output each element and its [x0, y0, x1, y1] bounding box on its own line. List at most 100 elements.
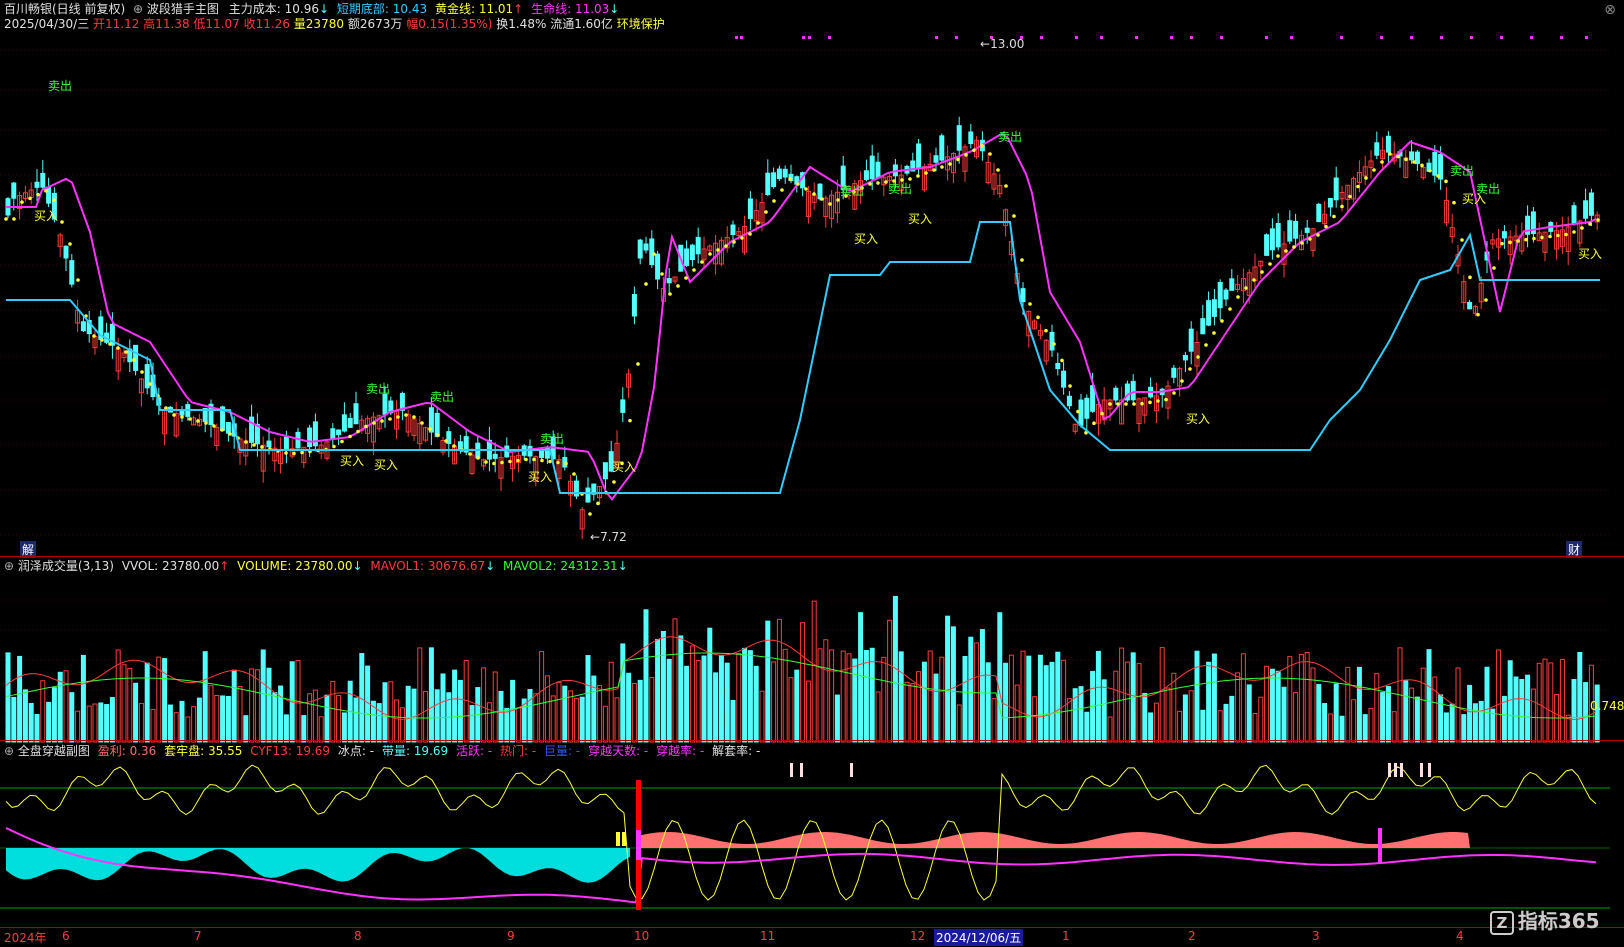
volume-bar [863, 649, 869, 743]
white-signal-bar [1420, 763, 1423, 777]
golden-line-dot [1228, 307, 1232, 311]
volume-bar [1293, 692, 1299, 743]
volume-bar [655, 639, 661, 743]
volume-bar [1391, 711, 1397, 743]
golden-line-dot [588, 512, 592, 516]
golden-line-dot [1220, 319, 1224, 323]
axis-month-label: 8 [354, 929, 362, 943]
golden-line-dot [532, 457, 536, 462]
brand-watermark: Z 指标365 [1490, 905, 1600, 935]
volume-bar [1443, 712, 1449, 743]
candle-body [80, 321, 86, 332]
volume-bar [956, 704, 962, 743]
mavol2-value: MAVOL2: 24312.31 [503, 559, 618, 573]
sell-signal-label: 卖出 [430, 390, 455, 404]
signal-marker [1380, 36, 1383, 39]
golden-line-dot [940, 165, 944, 169]
volume-bar [550, 695, 556, 743]
signal-marker [828, 36, 831, 39]
signal-marker [1135, 36, 1138, 39]
time-axis[interactable]: 2024年 2024/12/06/五 6 7 8 9 10 11 12 1 2 3 4 [0, 928, 1624, 946]
volume-bar [1177, 710, 1183, 743]
volume-bar [1136, 663, 1142, 743]
volume-bar [788, 677, 794, 743]
volume-bar [440, 673, 446, 743]
volume-bar [939, 656, 945, 743]
golden-line-dot [172, 413, 176, 417]
down-arrow-icon: ↓ [352, 559, 363, 573]
cyf-line [5, 764, 1597, 901]
volume-bar [162, 658, 168, 743]
volume-bar [713, 672, 719, 743]
sell-signal-label: 卖出 [48, 79, 73, 93]
buy-signal-label: 买入 [340, 454, 365, 468]
golden-line-dot [788, 177, 792, 181]
volume-bar [1478, 700, 1484, 743]
volume-bar [591, 675, 597, 743]
panel-settings-icon[interactable]: ⊕ [4, 559, 14, 573]
volume-bar [220, 695, 226, 743]
volume-bar [1304, 652, 1310, 743]
golden-line-dot [812, 192, 816, 196]
volume-bar [1287, 656, 1293, 743]
volume-bar [11, 696, 17, 743]
golden-line-dot [748, 232, 752, 236]
volume-bar [794, 669, 800, 743]
volume-bar [150, 708, 156, 743]
chart-canvas[interactable] [0, 0, 1624, 947]
candle-body [1432, 151, 1438, 176]
signal-bar [636, 830, 641, 860]
volume-bar [1049, 661, 1055, 743]
golden-line-dot [972, 148, 976, 153]
volume-bar [34, 714, 40, 743]
volume-bar [1472, 703, 1478, 743]
volume-bar [759, 690, 765, 743]
golden-line-dot [12, 217, 16, 221]
volume-bar [272, 692, 278, 743]
volume-bar [562, 685, 568, 743]
panel-settings-icon[interactable]: ⊕ [4, 744, 14, 758]
golden-line-dot [356, 429, 360, 434]
volume-bar [840, 650, 846, 743]
golden-line-dot [332, 444, 336, 449]
golden-line-dot [756, 221, 760, 225]
volume-panel-title[interactable]: 润泽成交量(3,13) [18, 559, 114, 573]
golden-line-dot [1332, 214, 1336, 219]
candle-body [1385, 135, 1391, 153]
volume-bar [1577, 651, 1583, 743]
candle-body [1049, 331, 1055, 351]
sub-panel-title[interactable]: 全盘穿越副图 [18, 744, 90, 758]
candle-body [434, 412, 440, 437]
candle-body [968, 131, 974, 145]
golden-line-dot [1460, 238, 1464, 242]
candle-body [1583, 200, 1589, 219]
candle-body [817, 183, 823, 200]
min-arrow-icon: ← [590, 530, 601, 544]
candle-body [1316, 203, 1322, 222]
golden-line-dot [1428, 168, 1432, 173]
candle-body [649, 238, 655, 265]
volume-bar [1519, 679, 1525, 743]
golden-line-dot [780, 188, 784, 192]
golden-line-dot [60, 220, 64, 224]
golden-line-dot [484, 460, 488, 464]
trapped-area [6, 847, 630, 883]
golden-line-dot [444, 439, 448, 443]
volume-bar [968, 636, 974, 743]
candle-body [382, 393, 388, 415]
golden-line-dot [292, 451, 296, 456]
golden-line-dot [1180, 379, 1184, 383]
golden-line-dot [1004, 184, 1008, 188]
volume-bar [486, 702, 492, 743]
candle-body [771, 172, 777, 188]
volume-bar [185, 716, 191, 743]
volume-bar [1583, 682, 1589, 743]
sell-signal-label: 卖出 [1450, 164, 1475, 178]
belt-value: 带量: 19.69 [381, 744, 449, 758]
golden-line-dot [700, 260, 704, 264]
volume-bar [167, 704, 173, 743]
golden-line-dot [740, 236, 744, 240]
volume-bar [388, 681, 394, 743]
golden-line-dot [1036, 315, 1040, 320]
volume-bar [881, 656, 887, 743]
